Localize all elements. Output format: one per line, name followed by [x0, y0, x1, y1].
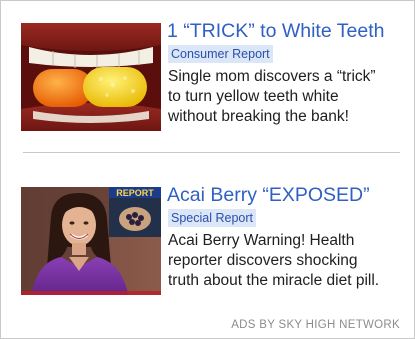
ad-tag-special-report[interactable]: Special Report — [168, 209, 256, 227]
ad-headline-teeth[interactable]: 1 “TRICK” to White Teeth — [167, 19, 411, 43]
inset-report-label: REPORT — [116, 188, 154, 198]
ad-description-line: reporter discovers shocking — [168, 252, 358, 269]
ad-divider — [23, 152, 400, 153]
ad-description-teeth[interactable]: Single mom discovers a “trick” to turn y… — [168, 67, 411, 127]
ad-item-teeth[interactable]: 1 “TRICK” to White Teeth Consumer Report… — [21, 19, 409, 131]
ad-item-acai[interactable]: REPORT Acai Berry “EXPOSED” Special Repo… — [21, 183, 409, 299]
news-reporter-image[interactable]: REPORT — [21, 187, 161, 295]
ad-description-line: without breaking the bank! — [168, 108, 349, 125]
ad-description-acai[interactable]: Acai Berry Warning! Health reporter disc… — [168, 231, 411, 291]
ad-description-line: Acai Berry Warning! Health — [168, 232, 355, 249]
ad-description-line: truth about the miracle diet pill. — [168, 272, 380, 289]
ad-network-credit[interactable]: ADS BY SKY HIGH NETWORK — [231, 319, 400, 331]
ad-tag-consumer-report[interactable]: Consumer Report — [168, 45, 273, 63]
ad-description-line: Single mom discovers a “trick” — [168, 68, 376, 85]
ad-headline-acai[interactable]: Acai Berry “EXPOSED” — [167, 183, 411, 207]
teeth-pill-image[interactable] — [21, 23, 161, 131]
ad-widget: 1 “TRICK” to White Teeth Consumer Report… — [0, 0, 415, 339]
ad-description-line: to turn yellow teeth white — [168, 88, 339, 105]
